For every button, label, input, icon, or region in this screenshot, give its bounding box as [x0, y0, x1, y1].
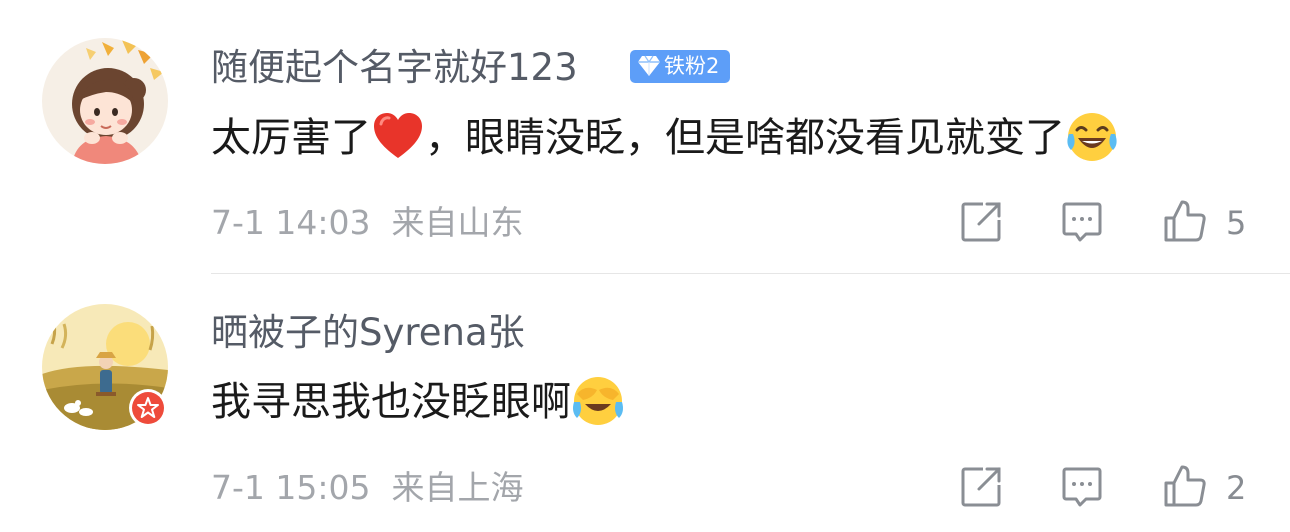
thumbs-up-icon[interactable] [1162, 463, 1208, 509]
timestamp: 7-1 14:03 [211, 203, 371, 242]
comment-icon[interactable] [1060, 465, 1104, 509]
like-count: 5 [1226, 204, 1247, 242]
avatar[interactable] [42, 38, 168, 164]
diamond-icon [638, 55, 660, 76]
comment-text: 我寻思我也没眨眼啊 [211, 376, 625, 431]
username[interactable]: 晒被子的Syrena张 [211, 311, 525, 355]
girl-avatar-illustration [42, 38, 168, 164]
share-icon[interactable] [959, 200, 1003, 244]
star-icon [137, 397, 159, 418]
share-icon[interactable] [959, 465, 1003, 509]
comment-text: 太厉害了 ，眼睛没眨，但是啥都没看见就变了 [211, 112, 1119, 167]
timestamp: 7-1 15:05 [211, 468, 371, 507]
fan-badge[interactable]: 铁粉2 [630, 50, 730, 83]
username[interactable]: 随便起个名字就好123 [211, 46, 578, 90]
location: 来自山东 [391, 203, 524, 242]
comment-meta: 7-1 14:03 来自山东 [211, 203, 523, 243]
fan-badge-label: 铁粉2 [664, 54, 720, 78]
location: 来自上海 [391, 468, 524, 507]
thumbs-up-icon[interactable] [1162, 198, 1208, 244]
comment-meta: 7-1 15:05 来自上海 [211, 468, 523, 508]
comment-text-part: ，眼睛没眨，但是啥都没看见就变了 [425, 115, 1065, 161]
laughing-tears-emoji [1067, 113, 1117, 161]
verified-badge [129, 389, 167, 427]
comment-icon[interactable] [1060, 200, 1104, 244]
heart-emoji [374, 113, 422, 158]
comment-text-part: 我寻思我也没眨眼啊 [211, 379, 571, 425]
divider [211, 273, 1290, 274]
like-count: 2 [1226, 469, 1247, 507]
comment-text-part: 太厉害了 [211, 115, 371, 161]
cover-face-emoji [573, 377, 623, 425]
